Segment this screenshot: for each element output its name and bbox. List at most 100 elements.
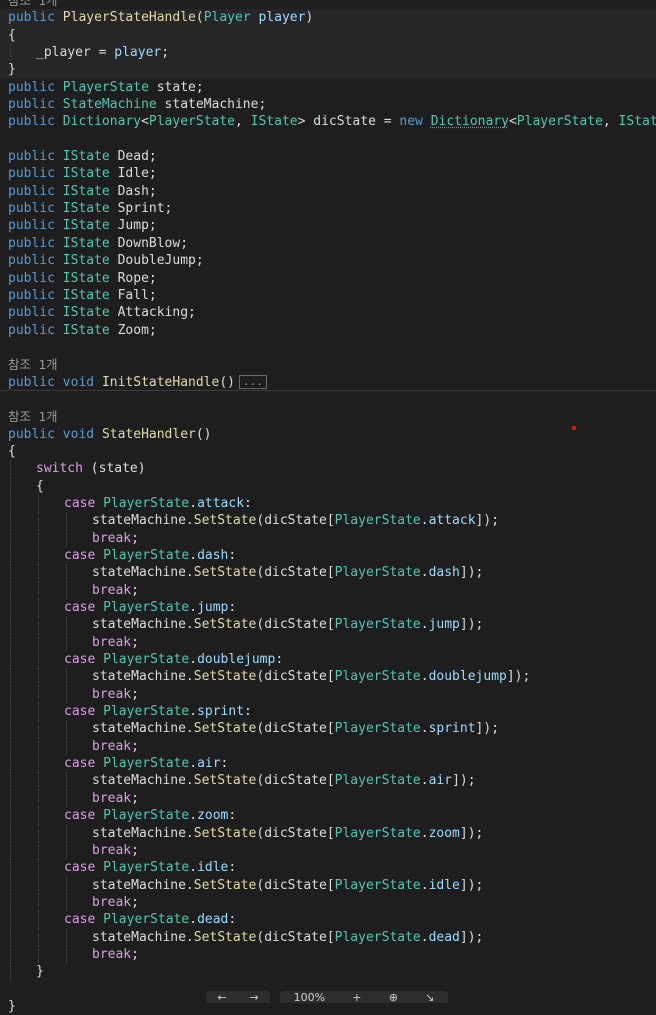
- code-token: Jump;: [109, 218, 157, 234]
- code-token: (dicState[: [256, 773, 335, 789]
- code-text: }: [8, 999, 16, 1014]
- code-token: case: [64, 860, 104, 876]
- code-lens-text[interactable]: 참조 1개: [8, 0, 58, 8]
- code-token: ;: [131, 634, 139, 650]
- code-text: stateMachine.SetState(dicState[PlayerSta…: [8, 565, 483, 580]
- indent-guide: [38, 547, 39, 565]
- code-text: {: [8, 28, 16, 43]
- code-lens-references[interactable]: 참조 1개: [0, 408, 656, 425]
- code-line: case PlayerState.attack:: [0, 494, 656, 513]
- zoom-in-icon[interactable]: +: [352, 991, 361, 1003]
- code-token: Player: [203, 10, 251, 26]
- code-token: Rope;: [109, 270, 157, 286]
- indent-guide: [10, 529, 11, 547]
- code-token: (dicState[: [256, 825, 335, 841]
- code-token: PlayerState: [516, 114, 603, 130]
- code-token: IState: [62, 166, 110, 182]
- code-token: PlayerState: [334, 825, 421, 841]
- code-token: break: [92, 686, 132, 702]
- code-token: case: [64, 912, 104, 928]
- navigate-forward-icon[interactable]: →: [249, 991, 258, 1003]
- code-token: case: [64, 600, 104, 616]
- indent-guide: [38, 859, 39, 877]
- code-text: stateMachine.SetState(dicState[PlayerSta…: [8, 617, 483, 632]
- code-token: break: [92, 582, 132, 598]
- indent-guide: [38, 737, 39, 756]
- code-lens-text[interactable]: 참조 1개: [8, 409, 58, 424]
- code-token: .: [420, 617, 429, 633]
- code-token: InitStateHandle: [101, 374, 220, 390]
- indent-guide: [66, 737, 67, 756]
- collapsed-region-marker[interactable]: ...: [239, 375, 267, 390]
- code-token: SetState: [193, 721, 257, 737]
- navigate-back-icon[interactable]: ←: [217, 991, 226, 1003]
- indent-guide: [10, 963, 11, 981]
- code-token: stateMachine.: [92, 721, 194, 737]
- code-token: PlayerState: [103, 704, 190, 720]
- code-token: break: [92, 634, 132, 650]
- code-text: break;: [8, 791, 139, 806]
- code-token: Sprint;: [109, 201, 173, 217]
- code-token: (dicState[: [256, 877, 335, 893]
- code-token: switch: [36, 461, 83, 477]
- code-line: stateMachine.SetState(dicState[PlayerSta…: [0, 720, 656, 738]
- code-line: break;: [0, 529, 656, 547]
- code-token: break: [92, 790, 132, 806]
- code-token: ]);: [475, 513, 500, 529]
- code-token: =: [90, 45, 115, 61]
- code-token: idle: [197, 860, 229, 876]
- zoom-level[interactable]: 100%: [294, 991, 325, 1003]
- code-token: .: [189, 600, 198, 616]
- indent-guide: [10, 547, 11, 565]
- code-token: attack: [428, 513, 476, 529]
- code-token: :: [244, 495, 252, 511]
- zoom-reset-icon[interactable]: ⊕: [389, 991, 398, 1003]
- code-lens-references[interactable]: 참조 1개: [0, 356, 656, 373]
- code-token: ;: [131, 738, 139, 754]
- code-token: IState: [62, 183, 110, 199]
- indent-guide: [10, 685, 11, 704]
- code-token: SetState: [193, 617, 257, 633]
- code-token: case: [64, 756, 104, 772]
- code-text: break;: [8, 583, 139, 598]
- code-line: public IState Zoom;: [0, 322, 656, 339]
- code-token: .: [420, 721, 429, 737]
- indent-guide: [10, 928, 11, 946]
- code-text: stateMachine.SetState(dicState[PlayerSta…: [8, 669, 530, 684]
- code-lens-text[interactable]: 참조 1개: [8, 357, 58, 372]
- expand-icon[interactable]: ↘: [425, 991, 434, 1003]
- code-token: .: [189, 860, 198, 876]
- indent-guide: [10, 460, 11, 478]
- indent-guide: [38, 824, 39, 842]
- code-token: ]);: [459, 877, 484, 893]
- code-token: dead: [197, 912, 229, 928]
- indent-guide: [38, 841, 39, 860]
- code-token: PlayerState: [103, 495, 190, 511]
- code-token: public: [8, 270, 63, 286]
- code-text: {: [8, 479, 44, 494]
- code-token: PlayerState: [334, 721, 421, 737]
- code-text: {: [8, 444, 16, 459]
- code-token: doublejump: [197, 652, 276, 668]
- code-line: public PlayerState state;: [0, 79, 656, 96]
- code-token: void: [62, 426, 102, 442]
- indent-guide: [38, 651, 39, 669]
- code-editor[interactable]: 참조 1개 public PlayerStateHandle(Player pla…: [0, 0, 656, 1015]
- code-token: DoubleJump;: [109, 253, 204, 269]
- indent-guide: [10, 668, 11, 686]
- code-token: IState: [62, 305, 110, 321]
- indent-guide: [66, 581, 67, 600]
- code-line: switch (state): [0, 460, 656, 478]
- code-lens-references[interactable]: 참조 1개: [0, 0, 656, 9]
- code-token: PlayerState: [62, 79, 149, 95]
- code-token: ,: [602, 114, 619, 130]
- code-line: stateMachine.SetState(dicState[PlayerSta…: [0, 928, 656, 946]
- code-line: public IState Sprint;: [0, 200, 656, 217]
- code-token: ]);: [459, 929, 484, 945]
- indent-guide: [38, 512, 39, 530]
- code-line: public PlayerStateHandle(Player player): [0, 9, 656, 27]
- code-token: ;: [131, 894, 139, 910]
- code-token: SetState: [193, 565, 257, 581]
- indent-guide: [38, 945, 39, 964]
- indent-guide: [38, 494, 39, 513]
